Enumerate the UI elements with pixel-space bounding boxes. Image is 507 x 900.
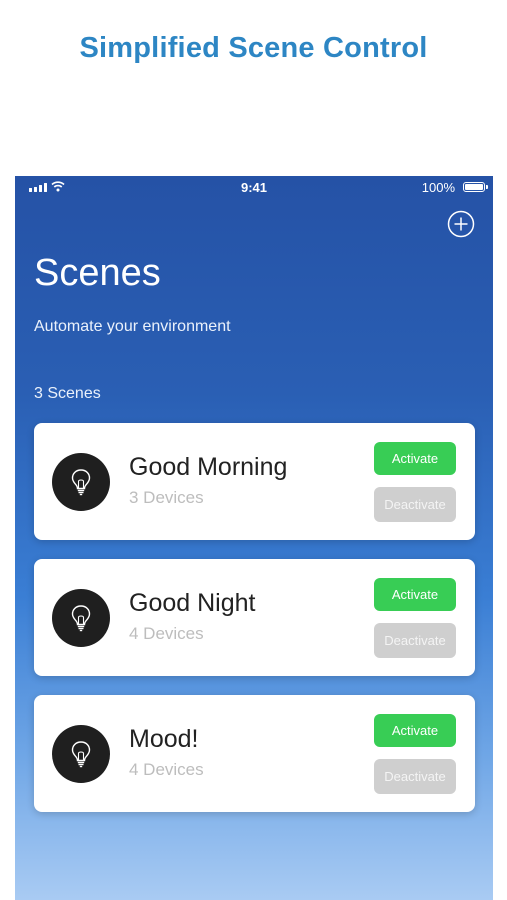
scene-device-count: 3 Devices xyxy=(129,488,204,507)
deactivate-button[interactable]: Deactivate xyxy=(374,487,456,522)
page-subtitle: Automate your environment xyxy=(34,318,231,335)
scene-device-count: 4 Devices xyxy=(129,760,204,779)
activate-button[interactable]: Activate xyxy=(374,714,456,747)
promo-page: Simplified Scene Control 9:41 100% Scene… xyxy=(0,0,507,900)
phone-screen: 9:41 100% Scenes Automate your environme… xyxy=(15,176,493,900)
scene-card[interactable]: Good Morning 3 Devices Activate Deactiva… xyxy=(34,423,475,540)
deactivate-button[interactable]: Deactivate xyxy=(374,623,456,658)
scene-device-count: 4 Devices xyxy=(129,624,204,643)
scene-card[interactable]: Good Night 4 Devices Activate Deactivate xyxy=(34,559,475,676)
status-bar: 9:41 100% xyxy=(15,176,493,200)
battery-percent: 100% xyxy=(421,180,455,195)
activate-button[interactable]: Activate xyxy=(374,578,456,611)
scene-card[interactable]: Mood! 4 Devices Activate Deactivate xyxy=(34,695,475,812)
lightbulb-icon xyxy=(52,453,110,511)
deactivate-button[interactable]: Deactivate xyxy=(374,759,456,794)
lightbulb-icon xyxy=(52,589,110,647)
battery-tip xyxy=(486,185,488,189)
lightbulb-icon xyxy=(52,725,110,783)
plus-circle-icon[interactable] xyxy=(447,210,475,238)
scene-count: 3 Scenes xyxy=(34,385,101,402)
scene-name: Good Night xyxy=(129,589,256,617)
scene-name: Mood! xyxy=(129,725,199,753)
activate-button[interactable]: Activate xyxy=(374,442,456,475)
battery-icon xyxy=(463,182,485,192)
scene-name: Good Morning xyxy=(129,453,288,481)
promo-headline: Simplified Scene Control xyxy=(79,32,428,64)
page-title: Scenes xyxy=(34,252,161,294)
